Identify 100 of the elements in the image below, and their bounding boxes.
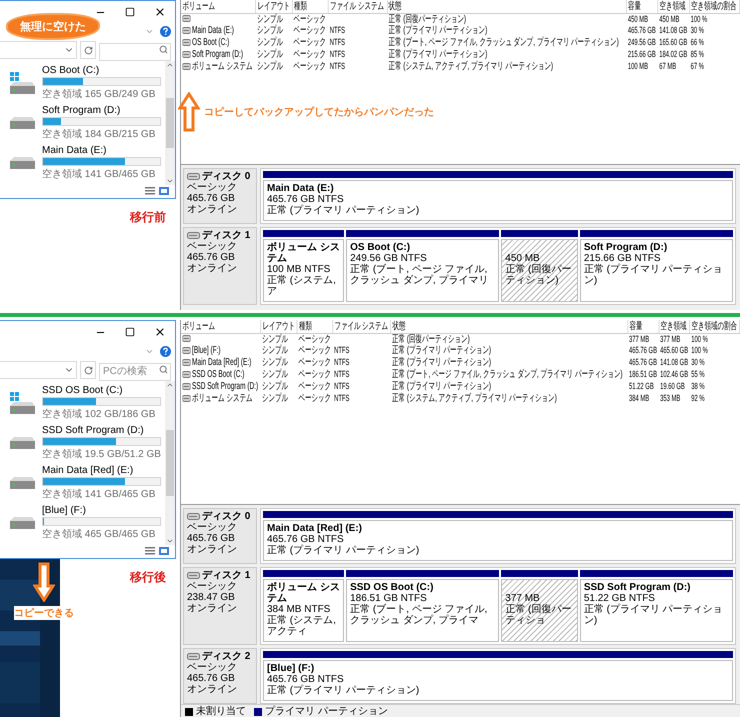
column-header[interactable]: 容量 [628, 320, 659, 334]
drive-name[interactable]: Main Data [Red] (E:) [42, 465, 134, 476]
drive-name[interactable]: OS Boot (C:) [42, 65, 100, 76]
annotation-text: コピーしてバックアップしてたからパンパンだった [204, 105, 434, 119]
table-cell: 正常 (プライマリ パーティション) [392, 357, 492, 368]
refresh-icon [84, 366, 92, 374]
partition-panel[interactable]: OS Boot (C:) 249.56 GB NTFS 正常 (ブート, ページ ファイル, クラッシュ ダンプ, プライマリ [346, 239, 500, 302]
column-header[interactable]: 状態 [387, 0, 627, 14]
table-cell: シンプル [262, 393, 288, 404]
column-header[interactable]: 容量 [626, 0, 658, 14]
volume-icon [182, 27, 191, 34]
disk-state: オンライン [187, 263, 238, 274]
scroll-up-icon[interactable] [166, 381, 174, 389]
table-cell: NTFS [330, 37, 346, 47]
partition-status: 正常 (プライマリ パーティション) [267, 545, 420, 556]
help-icon[interactable] [160, 26, 171, 36]
disk-state: オンライン [187, 544, 238, 555]
partition-size: 51.22 GB NTFS [584, 593, 656, 604]
refresh-button[interactable] [80, 41, 96, 59]
column-header[interactable]: ファイル システム [332, 320, 391, 334]
refresh-button[interactable] [80, 361, 96, 379]
free-space-text: 空き領域 184 GB/215 GB [42, 128, 156, 141]
column-header[interactable]: 種類 [297, 320, 333, 334]
free-space-text: 空き領域 465 GB/465 GB [42, 528, 156, 541]
partition-panel[interactable]: ボリューム システム 100 MB NTFS 正常 (システム, ア [263, 239, 344, 302]
partition-panel[interactable]: [Blue] (F:) 465.76 GB NTFS 正常 (プライマリ パーティション) [263, 660, 733, 701]
scroll-down-icon[interactable] [166, 177, 174, 185]
partition-name: Main Data (E:) [267, 183, 335, 194]
table-cell: 19.60 GB [660, 381, 685, 391]
partition-panel[interactable]: Main Data [Red] (E:) 465.76 GB NTFS 正常 (プライマリ パーティション) [263, 520, 733, 561]
drive-name[interactable]: Soft Program (D:) [42, 105, 120, 116]
refresh-icon [84, 46, 92, 54]
column-header[interactable]: 空き領域 [658, 320, 690, 334]
column-header[interactable]: レイアウト [256, 0, 292, 14]
column-header[interactable]: レイアウト [260, 320, 298, 334]
details-view-icon[interactable] [145, 187, 155, 195]
tiles-view-icon[interactable] [159, 187, 169, 195]
table-cell: Soft Program (D:) [192, 49, 243, 60]
column-header[interactable]: 種類 [292, 0, 328, 14]
scroll-thumb[interactable] [166, 430, 174, 496]
column-header[interactable]: 空き領域 [658, 0, 690, 14]
partition-status: 正常 (回復パーティション) [505, 264, 572, 286]
partition-panel[interactable]: ボリューム システム 384 MB NTFS 正常 (システム, アクティ [263, 579, 344, 642]
column-header[interactable]: ボリューム [181, 0, 256, 14]
volume-icon [182, 371, 191, 378]
partition-panel[interactable]: 450 MB 正常 (回復パーティション) [501, 239, 578, 302]
column-header[interactable]: 空き領域の割合 [690, 320, 740, 334]
column-header[interactable]: ボリューム [181, 320, 261, 334]
legend-label: 未割り当て [196, 706, 246, 717]
search-field[interactable] [99, 42, 171, 60]
partition-panel[interactable]: SSD OS Boot (C:) 186.51 GB NTFS 正常 (ブート, ページ ファイル, クラッシュ ダンプ, プライマ [346, 579, 500, 642]
partition-size: 186.51 GB NTFS [350, 593, 428, 604]
partition-panel[interactable]: Soft Program (D:) 215.66 GB NTFS 正常 (プライマリ パーティション) [580, 239, 734, 302]
table-cell: NTFS [334, 345, 350, 355]
details-view-icon[interactable] [145, 547, 155, 555]
column-header[interactable]: 状態 [390, 320, 628, 334]
partition-panel[interactable]: 377 MB 正常 (回復パーティショ [501, 579, 578, 642]
disk-info-panel[interactable]: ディスク 0 ベーシック 465.76 GB オンライン [183, 168, 257, 224]
scroll-down-icon[interactable] [166, 537, 174, 545]
disk-info-panel[interactable]: ディスク 1 ベーシック 465.76 GB オンライン [183, 227, 257, 305]
table-cell: シンプル [256, 61, 283, 72]
table-cell: 384 MB [629, 393, 650, 403]
table-cell: Main Data (E:) [192, 25, 234, 36]
disk-size: 465.76 GB [187, 673, 236, 684]
scroll-bar[interactable] [165, 381, 175, 545]
table-cell: 正常 (システム, アクティブ, プライマリ パーティション) [388, 61, 554, 72]
scroll-thumb[interactable] [166, 98, 174, 148]
drive-name[interactable]: SSD OS Boot (C:) [42, 385, 123, 396]
disk-info-panel[interactable]: ディスク 0 ベーシック 465.76 GB オンライン [183, 508, 257, 564]
partition-status: 正常 (回復パーティショ [505, 604, 572, 626]
scroll-bar[interactable] [165, 61, 175, 185]
column-header[interactable]: ファイル システム [328, 0, 388, 14]
drive-name[interactable]: SSD Soft Program (D:) [42, 425, 144, 436]
disk-type: ベーシック [187, 522, 238, 533]
partition-size: 450 MB [505, 253, 541, 264]
search-field[interactable]: PCの検索 [99, 362, 171, 380]
partition-size: 465.76 GB NTFS [267, 534, 345, 545]
help-icon[interactable] [160, 346, 171, 356]
disk-info-panel[interactable]: ディスク 1 ベーシック 238.47 GB オンライン [183, 567, 257, 645]
volume-icon [182, 51, 191, 58]
partition-size: 384 MB NTFS [267, 604, 332, 615]
partition-panel[interactable]: SSD Soft Program (D:) 51.22 GB NTFS 正常 (プライマリ パーティション) [580, 579, 734, 642]
drive-name[interactable]: [Blue] (F:) [42, 505, 86, 516]
scroll-up-icon[interactable] [166, 61, 174, 69]
address-field[interactable] [0, 361, 77, 379]
address-field[interactable] [0, 41, 77, 59]
partition-panel[interactable]: Main Data (E:) 465.76 GB NTFS 正常 (プライマリ パーティション) [263, 180, 733, 221]
maximize-icon [125, 7, 135, 17]
partition-status: 正常 (ブート, ページ ファイル, クラッシュ ダンプ, プライマ [350, 604, 488, 626]
table-cell: 正常 (回復パーティション) [388, 14, 466, 25]
table-cell: Main Data [Red] (E:) [192, 357, 252, 368]
tiles-view-icon[interactable] [159, 547, 169, 555]
disk-label: ディスク 1 [202, 570, 250, 581]
column-header[interactable]: 空き領域の割合 [689, 0, 740, 14]
drive-name[interactable]: Main Data (E:) [42, 145, 106, 156]
partition-name: Soft Program (D:) [584, 242, 668, 253]
table-cell: ベーシック [294, 37, 326, 48]
table-cell: シンプル [262, 381, 288, 392]
table-cell: 353 MB [660, 393, 680, 403]
disk-info-panel[interactable]: ディスク 2 ベーシック 465.76 GB オンライン [183, 648, 257, 704]
